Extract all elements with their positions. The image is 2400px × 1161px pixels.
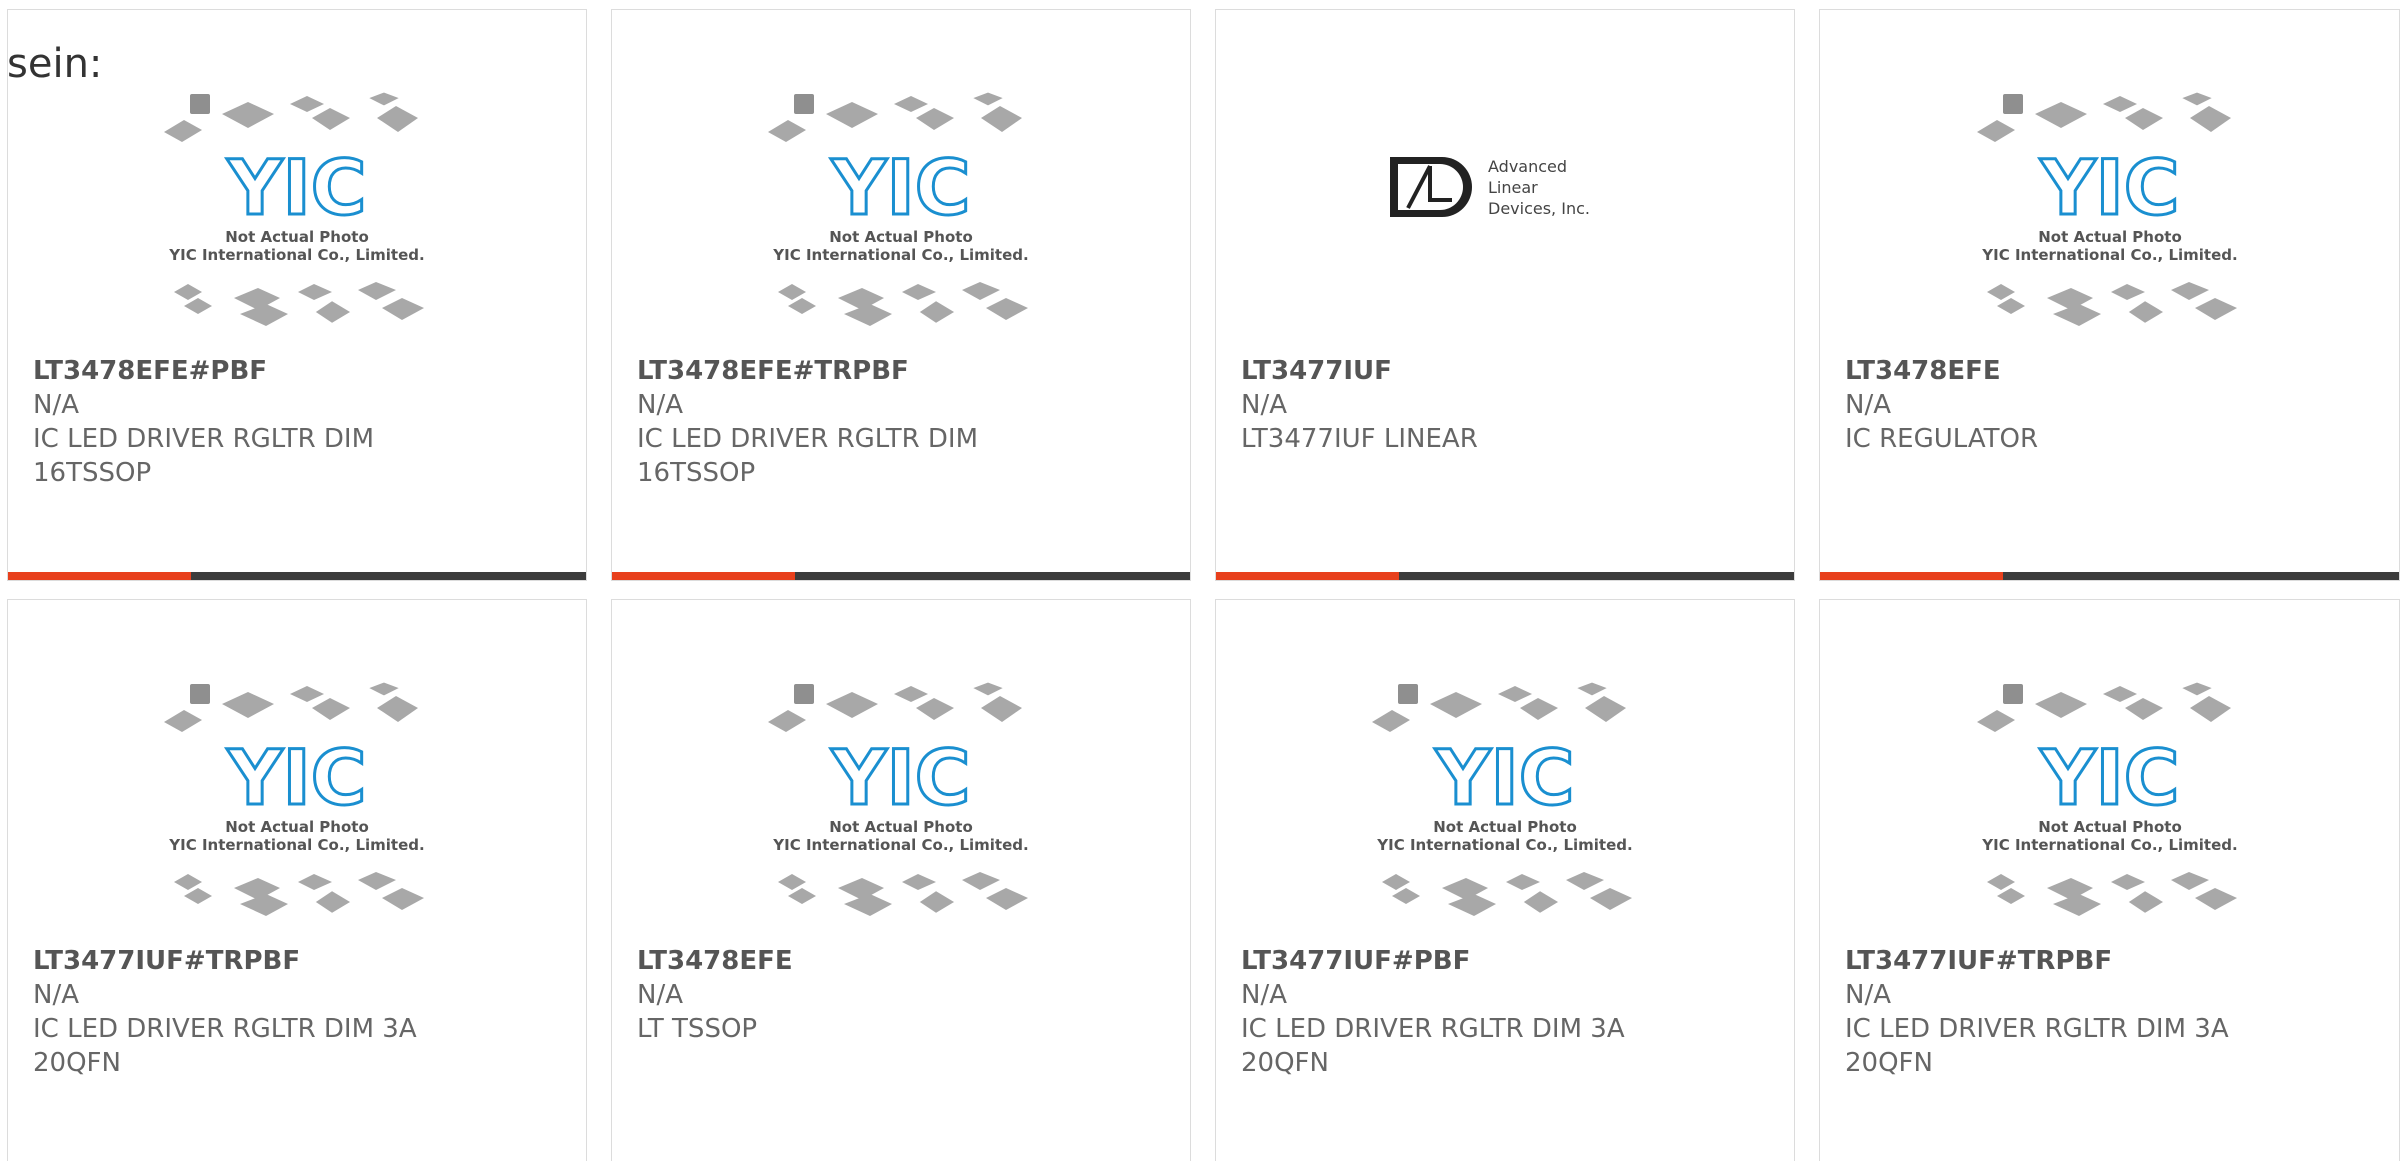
- part-number-link[interactable]: LT3478EFE#TRPBF: [637, 354, 1170, 388]
- manufacturer: N/A: [33, 980, 79, 1010]
- svg-text:YIC International Co., Limited: YIC International Co., Limited.: [772, 246, 1028, 264]
- manufacturer: N/A: [637, 390, 683, 420]
- svg-text:Not Actual Photo: Not Actual Photo: [829, 818, 973, 836]
- card-accent-bar: [1820, 572, 2003, 580]
- product-description: IC REGULATOR: [1845, 424, 2039, 454]
- product-description: IC LED DRIVER RGLTR DIM 16TSSOP: [637, 424, 979, 488]
- chip-packages-placeholder-icon: YICNot Actual PhotoYIC International Co.…: [164, 682, 425, 916]
- chip-packages-placeholder-icon: YICNot Actual PhotoYIC International Co.…: [164, 92, 425, 326]
- product-info: LT3478EFE N/A LT TSSOP: [637, 944, 1170, 1046]
- manufacturer: N/A: [1241, 390, 1287, 420]
- svg-text:YIC: YIC: [2039, 733, 2179, 822]
- product-card[interactable]: YIC Not Actual Photo YIC International Co.…: [1819, 599, 2400, 1161]
- product-image[interactable]: YIC Not Actual Photo YIC International Co.…: [1216, 682, 1794, 944]
- svg-text:Not Actual Photo: Not Actual Photo: [1433, 818, 1577, 836]
- manufacturer: N/A: [1845, 390, 1891, 420]
- svg-text:YIC: YIC: [226, 733, 366, 822]
- ald-logo-icon: Advanced Linear Devices, Inc.: [1390, 157, 1590, 218]
- part-number-link[interactable]: LT3478EFE: [1845, 354, 2379, 388]
- product-description: LT TSSOP: [637, 1014, 758, 1044]
- product-image[interactable]: YIC Not Actual Photo YIC International Co.…: [8, 92, 586, 354]
- card-accent-bar: [1216, 572, 1399, 580]
- part-number-link[interactable]: LT3478EFE#PBF: [33, 354, 566, 388]
- svg-text:YIC International Co., Limited: YIC International Co., Limited.: [168, 246, 424, 264]
- svg-text:YIC International Co., Limited: YIC International Co., Limited.: [772, 836, 1028, 854]
- product-info: LT3478EFE#TRPBF N/A IC LED DRIVER RGLTR …: [637, 354, 1170, 490]
- chip-packages-placeholder-icon: YICNot Actual PhotoYIC International Co.…: [768, 92, 1029, 326]
- card-bottom-bar: [8, 572, 586, 580]
- product-card[interactable]: Advanced Linear Devices, Inc. LT3477IUF N/…: [1215, 9, 1795, 581]
- part-number-link[interactable]: LT3478EFE: [637, 944, 1170, 978]
- part-number-link[interactable]: LT3477IUF#TRPBF: [33, 944, 566, 978]
- product-card[interactable]: YIC Not Actual Photo YIC International Co.…: [7, 599, 587, 1161]
- chip-packages-placeholder-icon: YICNot Actual PhotoYIC International Co.…: [768, 682, 1029, 916]
- product-info: LT3478EFE#PBF N/A IC LED DRIVER RGLTR DI…: [33, 354, 566, 490]
- card-accent-bar: [612, 572, 795, 580]
- svg-text:Linear: Linear: [1488, 178, 1538, 197]
- product-image[interactable]: YIC Not Actual Photo YIC International Co.…: [612, 92, 1190, 354]
- product-card[interactable]: YIC Not Actual Photo YIC International Co.…: [611, 599, 1191, 1161]
- chip-packages-placeholder-icon: YICNot Actual PhotoYIC International Co.…: [1976, 92, 2237, 326]
- product-info: LT3477IUF#TRPBF N/A IC LED DRIVER RGLTR …: [1845, 944, 2379, 1080]
- svg-text:Advanced: Advanced: [1488, 157, 1567, 176]
- product-info: LT3477IUF#PBF N/A IC LED DRIVER RGLTR DI…: [1241, 944, 1774, 1080]
- product-description: IC LED DRIVER RGLTR DIM 3A 20QFN: [1845, 1014, 2229, 1078]
- product-description: LT3477IUF LINEAR: [1241, 424, 1478, 454]
- product-description: IC LED DRIVER RGLTR DIM 3A 20QFN: [1241, 1014, 1625, 1078]
- card-accent-bar: [8, 572, 191, 580]
- page: sein: YIC Not Actual Photo YIC Internation…: [0, 0, 2400, 1161]
- svg-text:Devices, Inc.: Devices, Inc.: [1488, 199, 1590, 218]
- svg-text:Not Actual Photo: Not Actual Photo: [225, 818, 369, 836]
- product-description: IC LED DRIVER RGLTR DIM 16TSSOP: [33, 424, 375, 488]
- svg-text:Not Actual Photo: Not Actual Photo: [829, 228, 973, 246]
- chip-packages-placeholder-icon: YICNot Actual PhotoYIC International Co.…: [1372, 682, 1633, 916]
- product-image[interactable]: Advanced Linear Devices, Inc.: [1216, 92, 1794, 354]
- card-bottom-bar: [1216, 572, 1794, 580]
- product-info: LT3477IUF N/A LT3477IUF LINEAR: [1241, 354, 1774, 456]
- svg-text:YIC: YIC: [830, 143, 970, 232]
- svg-text:YIC International Co., Limited: YIC International Co., Limited.: [168, 836, 424, 854]
- section-heading: sein:: [7, 41, 103, 87]
- product-card[interactable]: YIC Not Actual Photo YIC International Co.…: [611, 9, 1191, 581]
- part-number-link[interactable]: LT3477IUF#PBF: [1241, 944, 1774, 978]
- card-bottom-bar: [1820, 572, 2399, 580]
- product-card[interactable]: YIC Not Actual Photo YIC International Co.…: [1819, 9, 2400, 581]
- chip-packages-placeholder-icon: YICNot Actual PhotoYIC International Co.…: [1976, 682, 2237, 916]
- manufacturer: N/A: [1241, 980, 1287, 1010]
- part-number-link[interactable]: LT3477IUF#TRPBF: [1845, 944, 2379, 978]
- product-info: LT3477IUF#TRPBF N/A IC LED DRIVER RGLTR …: [33, 944, 566, 1080]
- svg-text:Not Actual Photo: Not Actual Photo: [225, 228, 369, 246]
- manufacturer: N/A: [33, 390, 79, 420]
- svg-text:YIC: YIC: [1434, 733, 1574, 822]
- svg-text:Not Actual Photo: Not Actual Photo: [2038, 818, 2182, 836]
- product-card[interactable]: YIC Not Actual Photo YIC International Co.…: [7, 9, 587, 581]
- product-image[interactable]: YIC Not Actual Photo YIC International Co.…: [1820, 682, 2399, 944]
- part-number-link[interactable]: LT3477IUF: [1241, 354, 1774, 388]
- product-image[interactable]: YIC Not Actual Photo YIC International Co.…: [612, 682, 1190, 944]
- product-description: IC LED DRIVER RGLTR DIM 3A 20QFN: [33, 1014, 417, 1078]
- svg-text:YIC International Co., Limited: YIC International Co., Limited.: [1981, 246, 2237, 264]
- card-bottom-bar: [612, 572, 1190, 580]
- product-info: LT3478EFE N/A IC REGULATOR: [1845, 354, 2379, 456]
- product-image[interactable]: YIC Not Actual Photo YIC International Co.…: [8, 682, 586, 944]
- product-grid: YIC Not Actual Photo YIC International Co.…: [0, 0, 2400, 1161]
- svg-text:YIC: YIC: [226, 143, 366, 232]
- svg-text:Not Actual Photo: Not Actual Photo: [2038, 228, 2182, 246]
- product-card[interactable]: YIC Not Actual Photo YIC International Co.…: [1215, 599, 1795, 1161]
- svg-text:YIC International Co., Limited: YIC International Co., Limited.: [1981, 836, 2237, 854]
- svg-text:YIC International Co., Limited: YIC International Co., Limited.: [1376, 836, 1632, 854]
- svg-text:YIC: YIC: [2039, 143, 2179, 232]
- product-image[interactable]: YIC Not Actual Photo YIC International Co.…: [1820, 92, 2399, 354]
- manufacturer: N/A: [637, 980, 683, 1010]
- manufacturer: N/A: [1845, 980, 1891, 1010]
- svg-text:YIC: YIC: [830, 733, 970, 822]
